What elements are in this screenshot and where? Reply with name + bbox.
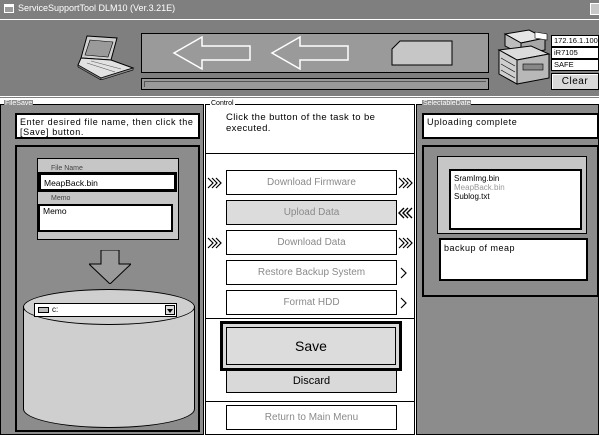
- chevron-icon: [398, 266, 414, 280]
- memo-label: Memo: [51, 195, 71, 202]
- file-save-legend: FileSave: [4, 100, 34, 108]
- task-button[interactable]: Restore Backup System: [226, 260, 397, 285]
- divider: [205, 401, 415, 402]
- return-to-main-menu-button[interactable]: Return to Main Menu: [226, 405, 397, 430]
- selectable-date-legend: SelectableDate: [422, 100, 472, 108]
- file-list[interactable]: SramImg.bin MeapBack.bin Sublog.txt: [449, 169, 582, 230]
- task-button[interactable]: Format HDD: [226, 290, 397, 315]
- window-icon: [4, 4, 14, 13]
- upload-status-message: Uploading complete: [422, 113, 599, 139]
- task-button[interactable]: Download Firmware: [226, 170, 397, 195]
- control-legend: Control: [210, 100, 235, 108]
- list-item-selected[interactable]: MeapBack.bin: [454, 183, 580, 192]
- task-button[interactable]: Download Data: [226, 230, 397, 255]
- clear-button[interactable]: Clear: [551, 73, 599, 90]
- memo-input[interactable]: Memo: [38, 204, 173, 232]
- selected-file-memo: backup of meap: [439, 238, 588, 281]
- divider: [205, 318, 415, 319]
- down-arrow-icon: [87, 249, 133, 285]
- chevron-icon: [207, 176, 223, 190]
- header-band: 172.16.1.100 iR7105 SAFE Clear: [0, 18, 599, 98]
- save-button-label: Save: [226, 327, 396, 365]
- hard-drive-icon: [38, 307, 49, 313]
- left-arrow-icon: [172, 35, 251, 71]
- left-arrow-icon: [270, 35, 349, 71]
- chevron-down-icon[interactable]: [165, 305, 175, 315]
- chevron-icon: [398, 176, 414, 190]
- drive-value: c:: [52, 305, 59, 314]
- list-item[interactable]: SramImg.bin: [454, 174, 580, 183]
- window-control-button[interactable]: [590, 3, 599, 15]
- divider: [0, 19, 599, 20]
- file-name-input[interactable]: MeapBack.bin: [38, 172, 177, 192]
- divider: [205, 153, 415, 154]
- task-button[interactable]: Upload Data: [226, 200, 397, 225]
- window-title: ServiceSupportTool DLM10 (Ver.3.21E): [18, 3, 176, 13]
- file-save-message: Enter desired file name, then click the …: [15, 113, 200, 139]
- chevron-icon: [398, 236, 414, 250]
- title-bar: ServiceSupportTool DLM10 (Ver.3.21E): [0, 0, 599, 18]
- file-name-label: File Name: [51, 165, 83, 172]
- chevron-icon: [207, 236, 223, 250]
- list-item[interactable]: Sublog.txt: [454, 192, 580, 201]
- chevron-icon: [398, 296, 414, 310]
- device-model: iR7105: [551, 47, 599, 59]
- transfer-progress-bar: [141, 78, 489, 90]
- device-ip: 172.16.1.100: [551, 35, 599, 47]
- transfer-direction-panel: [141, 33, 489, 73]
- chevron-icon: [398, 206, 414, 220]
- drive-base: [23, 390, 195, 428]
- device-mode: SAFE: [551, 59, 599, 71]
- drive-select[interactable]: c:: [34, 303, 177, 317]
- save-button[interactable]: Save: [220, 321, 402, 371]
- data-packet-icon: [391, 40, 453, 66]
- discard-button[interactable]: Discard: [226, 371, 397, 393]
- divider: [0, 96, 599, 97]
- laptop-icon: [77, 32, 137, 81]
- control-message: Click the button of the task to be execu…: [226, 112, 376, 134]
- printer-icon: [495, 28, 551, 86]
